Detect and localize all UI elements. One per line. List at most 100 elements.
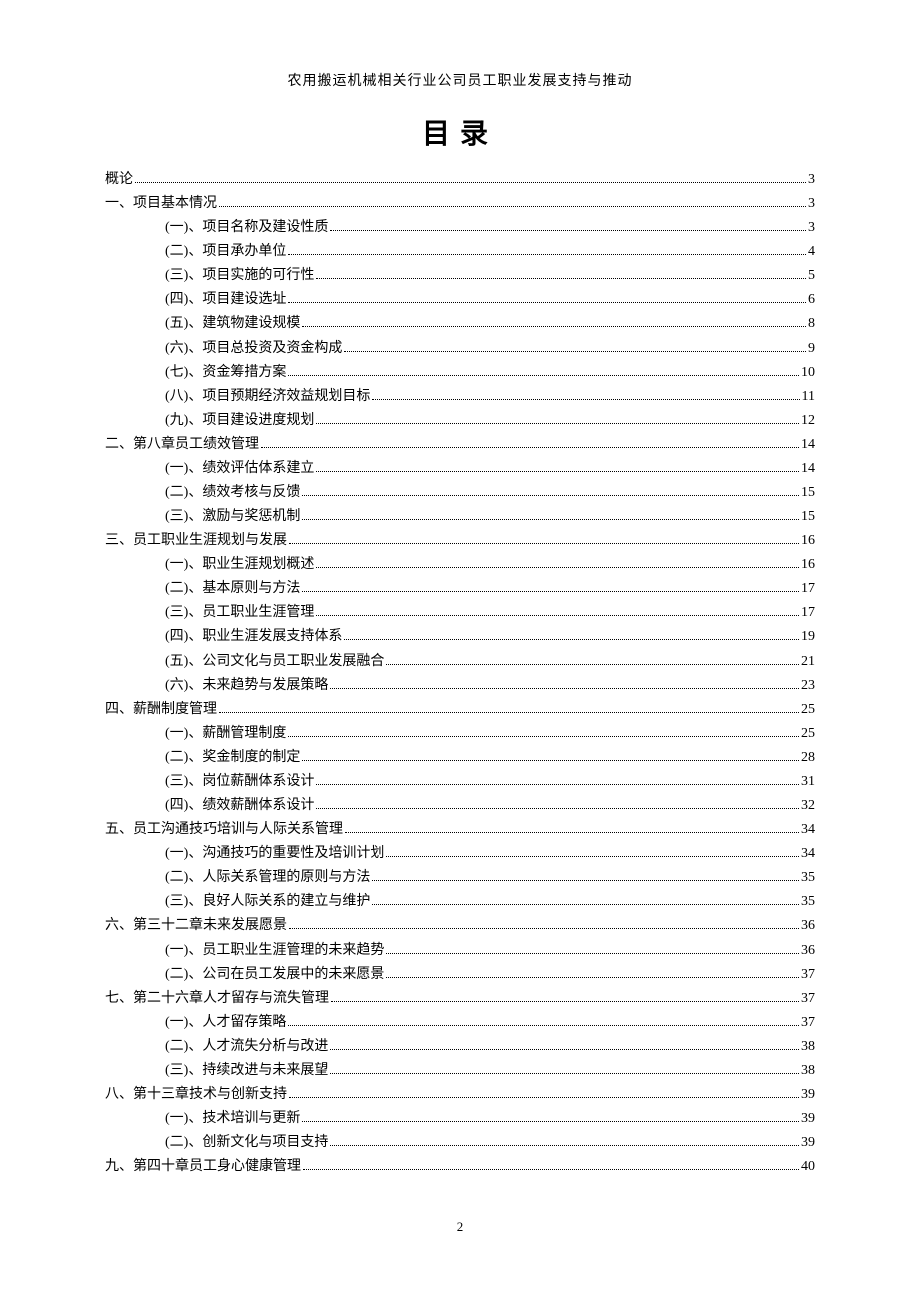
toc-entry-page: 39 xyxy=(801,1131,815,1155)
toc-dot-leader xyxy=(386,953,799,954)
toc-entry[interactable]: (三)、持续改进与未来展望38 xyxy=(105,1059,815,1083)
toc-entry-page: 19 xyxy=(801,625,815,649)
toc-entry-label: 五、员工沟通技巧培训与人际关系管理 xyxy=(105,818,343,842)
toc-entry-label: (一)、员工职业生涯管理的未来趋势 xyxy=(165,939,384,963)
toc-dot-leader xyxy=(372,399,799,400)
toc-dot-leader xyxy=(135,182,806,183)
toc-entry-label: (六)、未来趋势与发展策略 xyxy=(165,674,328,698)
toc-dot-leader xyxy=(316,784,799,785)
toc-entry-page: 40 xyxy=(801,1155,815,1179)
toc-entry[interactable]: 概论 3 xyxy=(105,168,815,192)
toc-entry[interactable]: 一、项目基本情况3 xyxy=(105,192,815,216)
toc-entry[interactable]: (一)、职业生涯规划概述16 xyxy=(105,553,815,577)
toc-entry-label: 概论 xyxy=(105,168,133,192)
toc-entry[interactable]: (六)、项目总投资及资金构成9 xyxy=(105,337,815,361)
toc-dot-leader xyxy=(288,736,799,737)
toc-entry[interactable]: (一)、项目名称及建设性质3 xyxy=(105,216,815,240)
toc-entry[interactable]: (四)、项目建设选址 6 xyxy=(105,288,815,312)
toc-entry-page: 35 xyxy=(801,890,815,914)
toc-entry[interactable]: (五)、建筑物建设规模8 xyxy=(105,312,815,336)
toc-dot-leader xyxy=(330,688,799,689)
toc-entry-page: 14 xyxy=(801,457,815,481)
toc-entry[interactable]: (二)、公司在员工发展中的未来愿景37 xyxy=(105,963,815,987)
toc-entry-page: 25 xyxy=(801,698,815,722)
toc-entry[interactable]: 三、员工职业生涯规划与发展16 xyxy=(105,529,815,553)
toc-entry-page: 6 xyxy=(808,288,815,312)
toc-entry-label: (二)、人才流失分析与改进 xyxy=(165,1035,328,1059)
toc-entry[interactable]: (一)、员工职业生涯管理的未来趋势36 xyxy=(105,939,815,963)
toc-entry[interactable]: (二)、人际关系管理的原则与方法35 xyxy=(105,866,815,890)
toc-entry-page: 17 xyxy=(801,601,815,625)
toc-entry-page: 3 xyxy=(808,168,815,192)
toc-entry[interactable]: 八、第十三章技术与创新支持39 xyxy=(105,1083,815,1107)
toc-entry[interactable]: (三)、激励与奖惩机制 15 xyxy=(105,505,815,529)
toc-entry[interactable]: (四)、绩效薪酬体系设计32 xyxy=(105,794,815,818)
toc-entry-label: (四)、职业生涯发展支持体系 xyxy=(165,625,342,649)
toc-entry-label: 四、薪酬制度管理 xyxy=(105,698,217,722)
toc-entry-page: 15 xyxy=(801,481,815,505)
toc-entry[interactable]: 九、第四十章员工身心健康管理 40 xyxy=(105,1155,815,1179)
toc-entry[interactable]: (五)、公司文化与员工职业发展融合21 xyxy=(105,650,815,674)
toc-entry-page: 3 xyxy=(808,192,815,216)
toc-dot-leader xyxy=(303,1169,799,1170)
toc-entry[interactable]: (二)、创新文化与项目支持 39 xyxy=(105,1131,815,1155)
toc-entry[interactable]: 五、员工沟通技巧培训与人际关系管理 34 xyxy=(105,818,815,842)
toc-entry[interactable]: (八)、项目预期经济效益规划目标 11 xyxy=(105,385,815,409)
toc-entry-label: (三)、激励与奖惩机制 xyxy=(165,505,300,529)
toc-dot-leader xyxy=(372,880,799,881)
toc-entry-label: (三)、岗位薪酬体系设计 xyxy=(165,770,314,794)
toc-entry-page: 23 xyxy=(801,674,815,698)
toc-dot-leader xyxy=(288,302,806,303)
toc-entry[interactable]: (三)、员工职业生涯管理17 xyxy=(105,601,815,625)
toc-entry-label: (六)、项目总投资及资金构成 xyxy=(165,337,342,361)
toc-entry-page: 31 xyxy=(801,770,815,794)
toc-entry[interactable]: (二)、奖金制度的制定28 xyxy=(105,746,815,770)
toc-entry[interactable]: (六)、未来趋势与发展策略 23 xyxy=(105,674,815,698)
toc-dot-leader xyxy=(288,375,799,376)
toc-entry-label: (三)、良好人际关系的建立与维护 xyxy=(165,890,370,914)
toc-entry[interactable]: (一)、沟通技巧的重要性及培训计划34 xyxy=(105,842,815,866)
toc-entry-page: 34 xyxy=(801,818,815,842)
toc-entry[interactable]: (二)、绩效考核与反馈15 xyxy=(105,481,815,505)
toc-dot-leader xyxy=(386,977,799,978)
toc-container: 概论3一、项目基本情况3(一)、项目名称及建设性质3(二)、项目承办单位4(三)… xyxy=(105,168,815,1179)
toc-entry-label: (四)、项目建设选址 xyxy=(165,288,286,312)
toc-dot-leader xyxy=(386,664,799,665)
toc-entry[interactable]: 四、薪酬制度管理 25 xyxy=(105,698,815,722)
toc-dot-leader xyxy=(345,832,799,833)
toc-entry-label: (二)、基本原则与方法 xyxy=(165,577,300,601)
toc-entry[interactable]: (二)、基本原则与方法17 xyxy=(105,577,815,601)
toc-entry[interactable]: (一)、绩效评估体系建立14 xyxy=(105,457,815,481)
toc-entry[interactable]: 七、第二十六章人才留存与流失管理37 xyxy=(105,987,815,1011)
toc-entry[interactable]: 六、第三十二章未来发展愿景36 xyxy=(105,914,815,938)
toc-entry[interactable]: 二、第八章员工绩效管理14 xyxy=(105,433,815,457)
toc-entry-label: (二)、创新文化与项目支持 xyxy=(165,1131,328,1155)
toc-entry-page: 11 xyxy=(802,385,815,409)
toc-entry[interactable]: (一)、薪酬管理制度25 xyxy=(105,722,815,746)
toc-entry[interactable]: (三)、项目实施的可行性5 xyxy=(105,264,815,288)
toc-dot-leader xyxy=(219,712,799,713)
toc-entry-label: 九、第四十章员工身心健康管理 xyxy=(105,1155,301,1179)
toc-dot-leader xyxy=(302,760,799,761)
toc-entry[interactable]: (九)、项目建设进度规划12 xyxy=(105,409,815,433)
toc-entry[interactable]: (七)、资金筹措方案10 xyxy=(105,361,815,385)
toc-entry[interactable]: (一)、技术培训与更新39 xyxy=(105,1107,815,1131)
toc-entry[interactable]: (四)、职业生涯发展支持体系 19 xyxy=(105,625,815,649)
toc-entry[interactable]: (二)、人才流失分析与改进38 xyxy=(105,1035,815,1059)
toc-entry[interactable]: (三)、良好人际关系的建立与维护 35 xyxy=(105,890,815,914)
toc-dot-leader xyxy=(386,856,799,857)
toc-entry-page: 32 xyxy=(801,794,815,818)
toc-entry-page: 10 xyxy=(801,361,815,385)
toc-dot-leader xyxy=(316,278,806,279)
toc-entry-page: 21 xyxy=(801,650,815,674)
toc-entry-label: (八)、项目预期经济效益规划目标 xyxy=(165,385,370,409)
toc-entry-label: 八、第十三章技术与创新支持 xyxy=(105,1083,287,1107)
toc-entry-label: (二)、项目承办单位 xyxy=(165,240,286,264)
toc-entry[interactable]: (一)、人才留存策略37 xyxy=(105,1011,815,1035)
toc-entry-label: (一)、薪酬管理制度 xyxy=(165,722,286,746)
toc-entry-label: (一)、技术培训与更新 xyxy=(165,1107,300,1131)
toc-entry-page: 15 xyxy=(801,505,815,529)
toc-entry[interactable]: (三)、岗位薪酬体系设计 31 xyxy=(105,770,815,794)
toc-entry[interactable]: (二)、项目承办单位4 xyxy=(105,240,815,264)
toc-entry-label: (一)、沟通技巧的重要性及培训计划 xyxy=(165,842,384,866)
